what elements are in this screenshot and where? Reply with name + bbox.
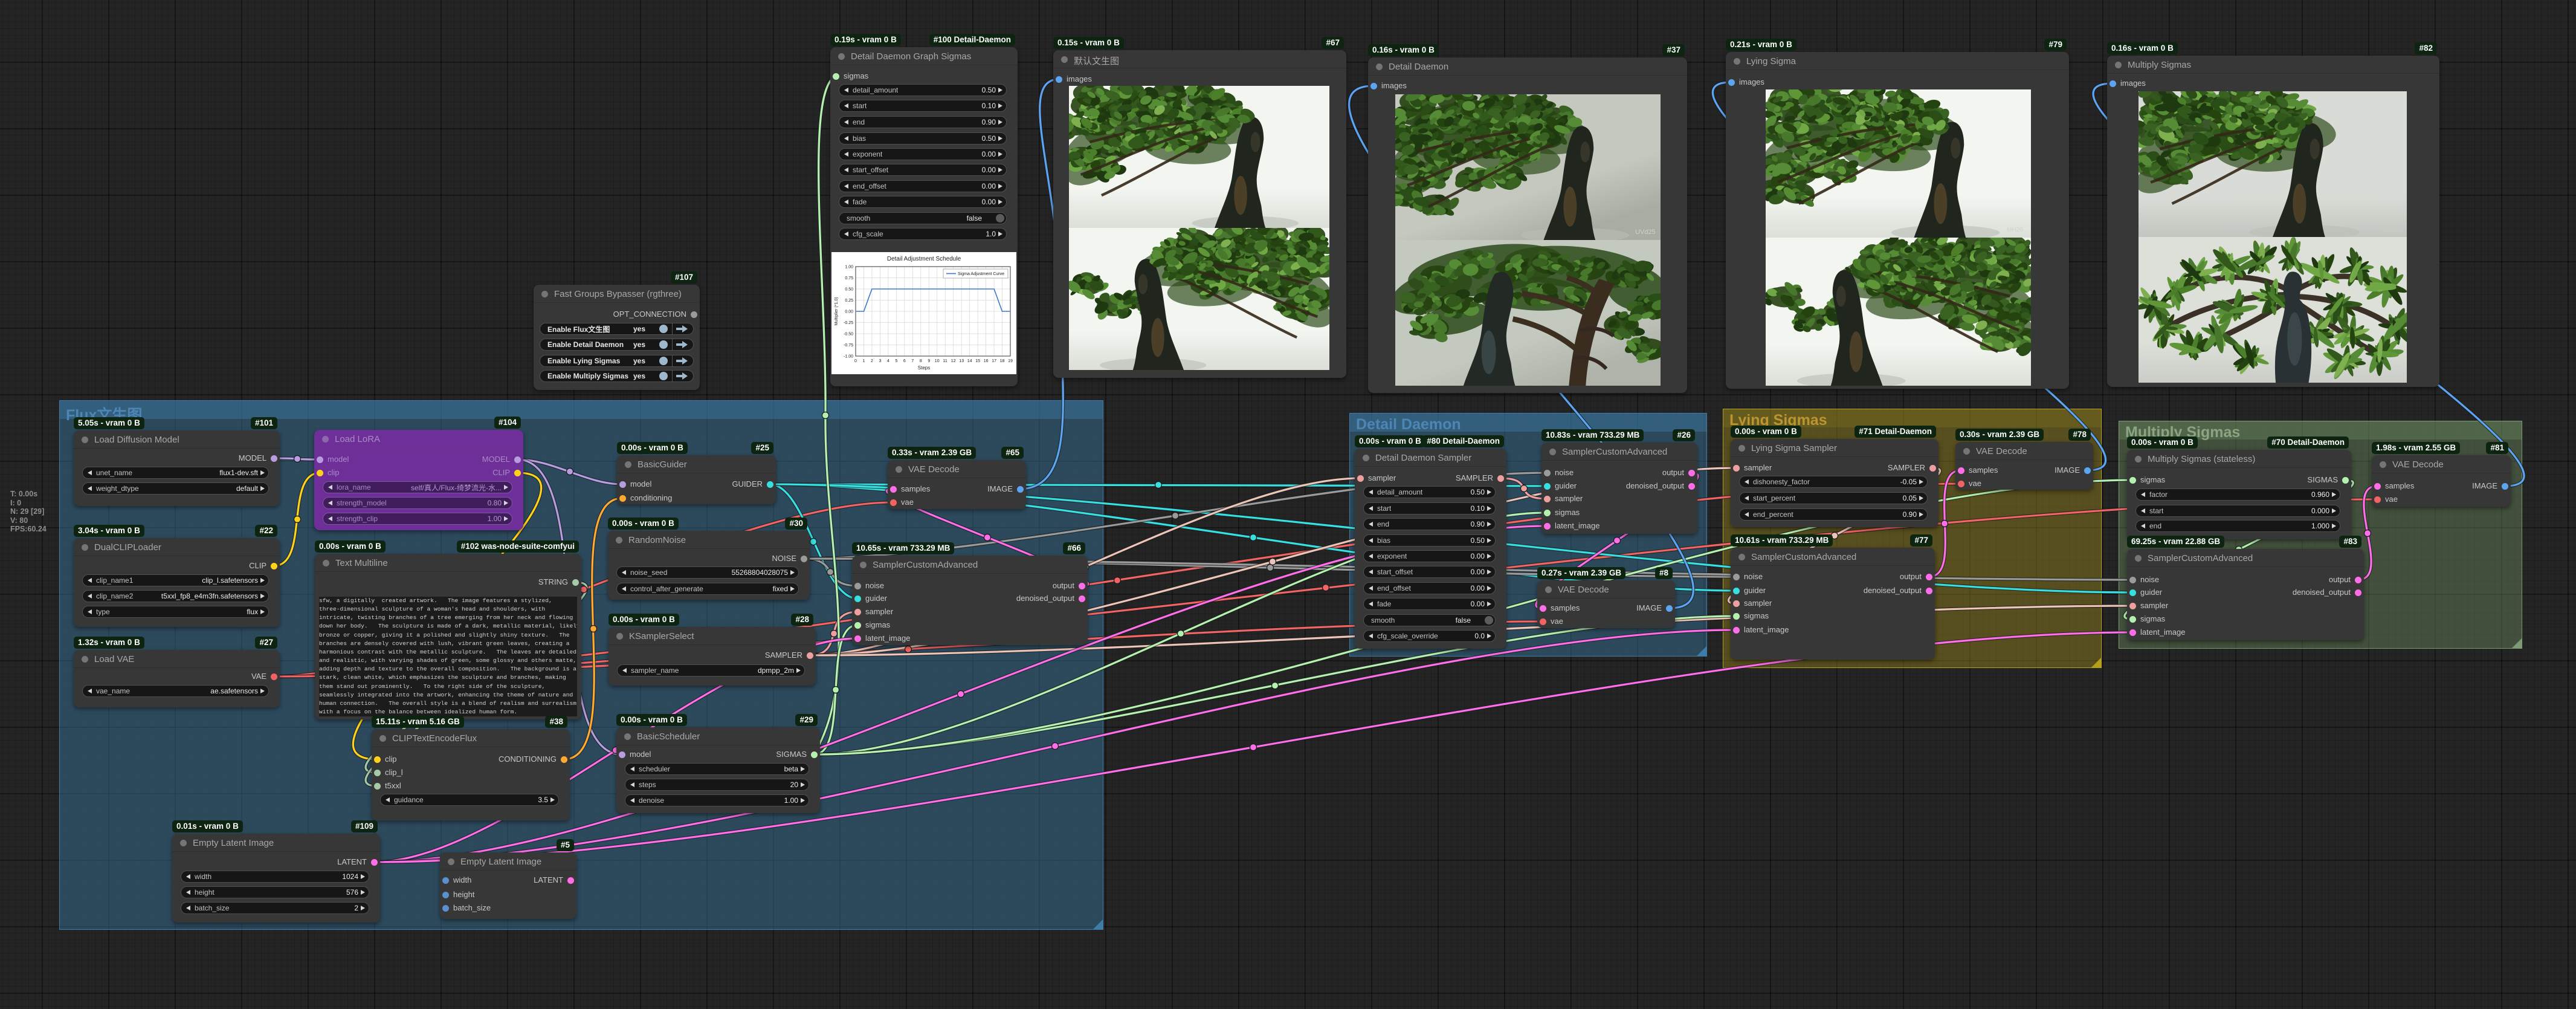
svg-text:-1.00: -1.00: [844, 355, 853, 359]
svg-text:2: 2: [871, 359, 873, 363]
svg-text:JIvoze: JIvoze: [2383, 227, 2402, 234]
svg-text:19: 19: [1008, 359, 1013, 363]
svg-text:0.50: 0.50: [845, 288, 853, 292]
svg-text:1: 1: [863, 359, 865, 363]
svg-text:Sigma Adjustment Curve: Sigma Adjustment Curve: [958, 272, 1004, 276]
svg-text:0: 0: [854, 359, 857, 363]
svg-text:14: 14: [967, 359, 972, 363]
svg-text:1.00: 1.00: [845, 265, 853, 270]
svg-text:15: 15: [975, 359, 980, 363]
svg-text:Multiplier (*1.0): Multiplier (*1.0): [834, 297, 839, 325]
svg-text:17: 17: [992, 359, 996, 363]
svg-text:13: 13: [959, 359, 964, 363]
svg-text:10: 10: [935, 359, 940, 363]
svg-text:7: 7: [911, 359, 914, 363]
svg-text:-0.25: -0.25: [844, 321, 853, 325]
svg-text:Steps: Steps: [918, 365, 930, 371]
svg-text:9: 9: [928, 359, 930, 363]
svg-text:3: 3: [879, 359, 881, 363]
svg-text:8: 8: [920, 359, 922, 363]
svg-text:16: 16: [984, 359, 989, 363]
svg-text:MH26: MH26: [2007, 227, 2023, 233]
svg-text:0.75: 0.75: [845, 276, 853, 281]
svg-text:5: 5: [895, 359, 897, 363]
svg-text:11: 11: [943, 359, 947, 363]
svg-text:-0.75: -0.75: [844, 343, 853, 348]
svg-text:UVd25: UVd25: [1635, 229, 1656, 236]
svg-text:12: 12: [951, 359, 956, 363]
svg-text:0.00: 0.00: [845, 310, 853, 314]
svg-text:4: 4: [887, 359, 889, 363]
svg-text:Detail Adjustment Schedule: Detail Adjustment Schedule: [887, 256, 961, 262]
svg-text:6: 6: [903, 359, 906, 363]
svg-text:0.25: 0.25: [845, 299, 853, 303]
svg-text:-0.50: -0.50: [844, 333, 853, 337]
svg-text:18: 18: [1000, 359, 1005, 363]
